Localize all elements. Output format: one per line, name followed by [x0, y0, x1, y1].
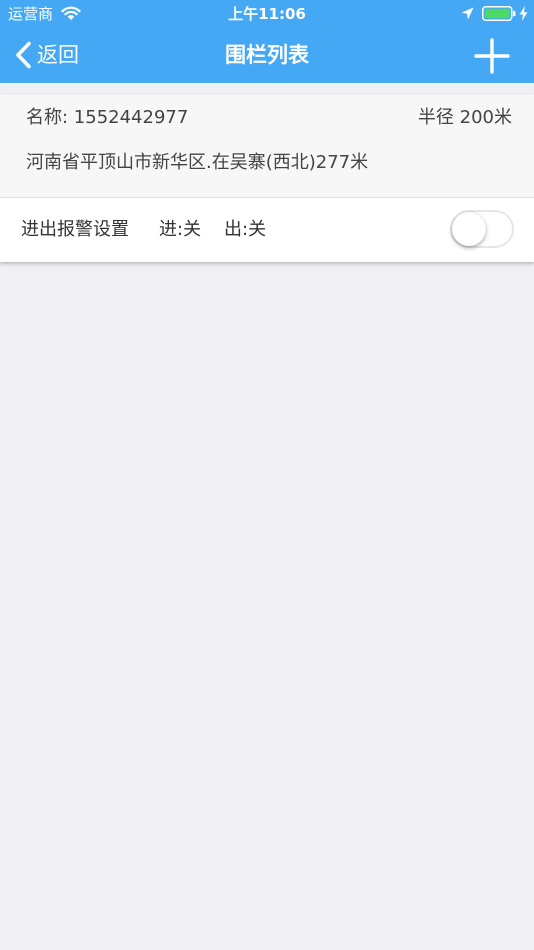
- battery-icon: [482, 6, 516, 21]
- alarm-settings-label: 进出报警设置: [21, 219, 129, 240]
- alarm-toggle[interactable]: [450, 210, 514, 248]
- toggle-knob: [452, 212, 486, 246]
- alarm-settings-row: 进出报警设置 进:关 出:关: [0, 198, 534, 262]
- header: 运营商 上午11:06 返回 围栏列表: [0, 0, 534, 83]
- back-label: 返回: [37, 43, 79, 67]
- alarm-in-status: 进:关: [159, 219, 202, 240]
- nav-bar: 返回 围栏列表: [0, 28, 534, 83]
- status-bar: 运营商 上午11:06: [0, 0, 534, 28]
- fence-name: 名称: 1552442977: [26, 107, 189, 128]
- chevron-left-icon: [16, 41, 31, 69]
- back-button[interactable]: 返回: [14, 38, 79, 72]
- alarm-out-status: 出:关: [224, 219, 267, 240]
- page-title: 围栏列表: [225, 43, 309, 67]
- fence-info[interactable]: 名称: 1552442977 半径 200米 河南省平顶山市新华区.在吴寨(西北…: [0, 95, 534, 198]
- charging-bolt-icon: [519, 6, 528, 21]
- plus-icon[interactable]: [472, 36, 512, 76]
- fence-list-item: 名称: 1552442977 半径 200米 河南省平顶山市新华区.在吴寨(西北…: [0, 95, 534, 262]
- fence-radius: 半径 200米: [417, 107, 512, 128]
- location-arrow-icon: [461, 7, 474, 20]
- status-time: 上午11:06: [228, 5, 306, 23]
- fence-address: 河南省平顶山市新华区.在吴寨(西北)277米: [26, 152, 369, 173]
